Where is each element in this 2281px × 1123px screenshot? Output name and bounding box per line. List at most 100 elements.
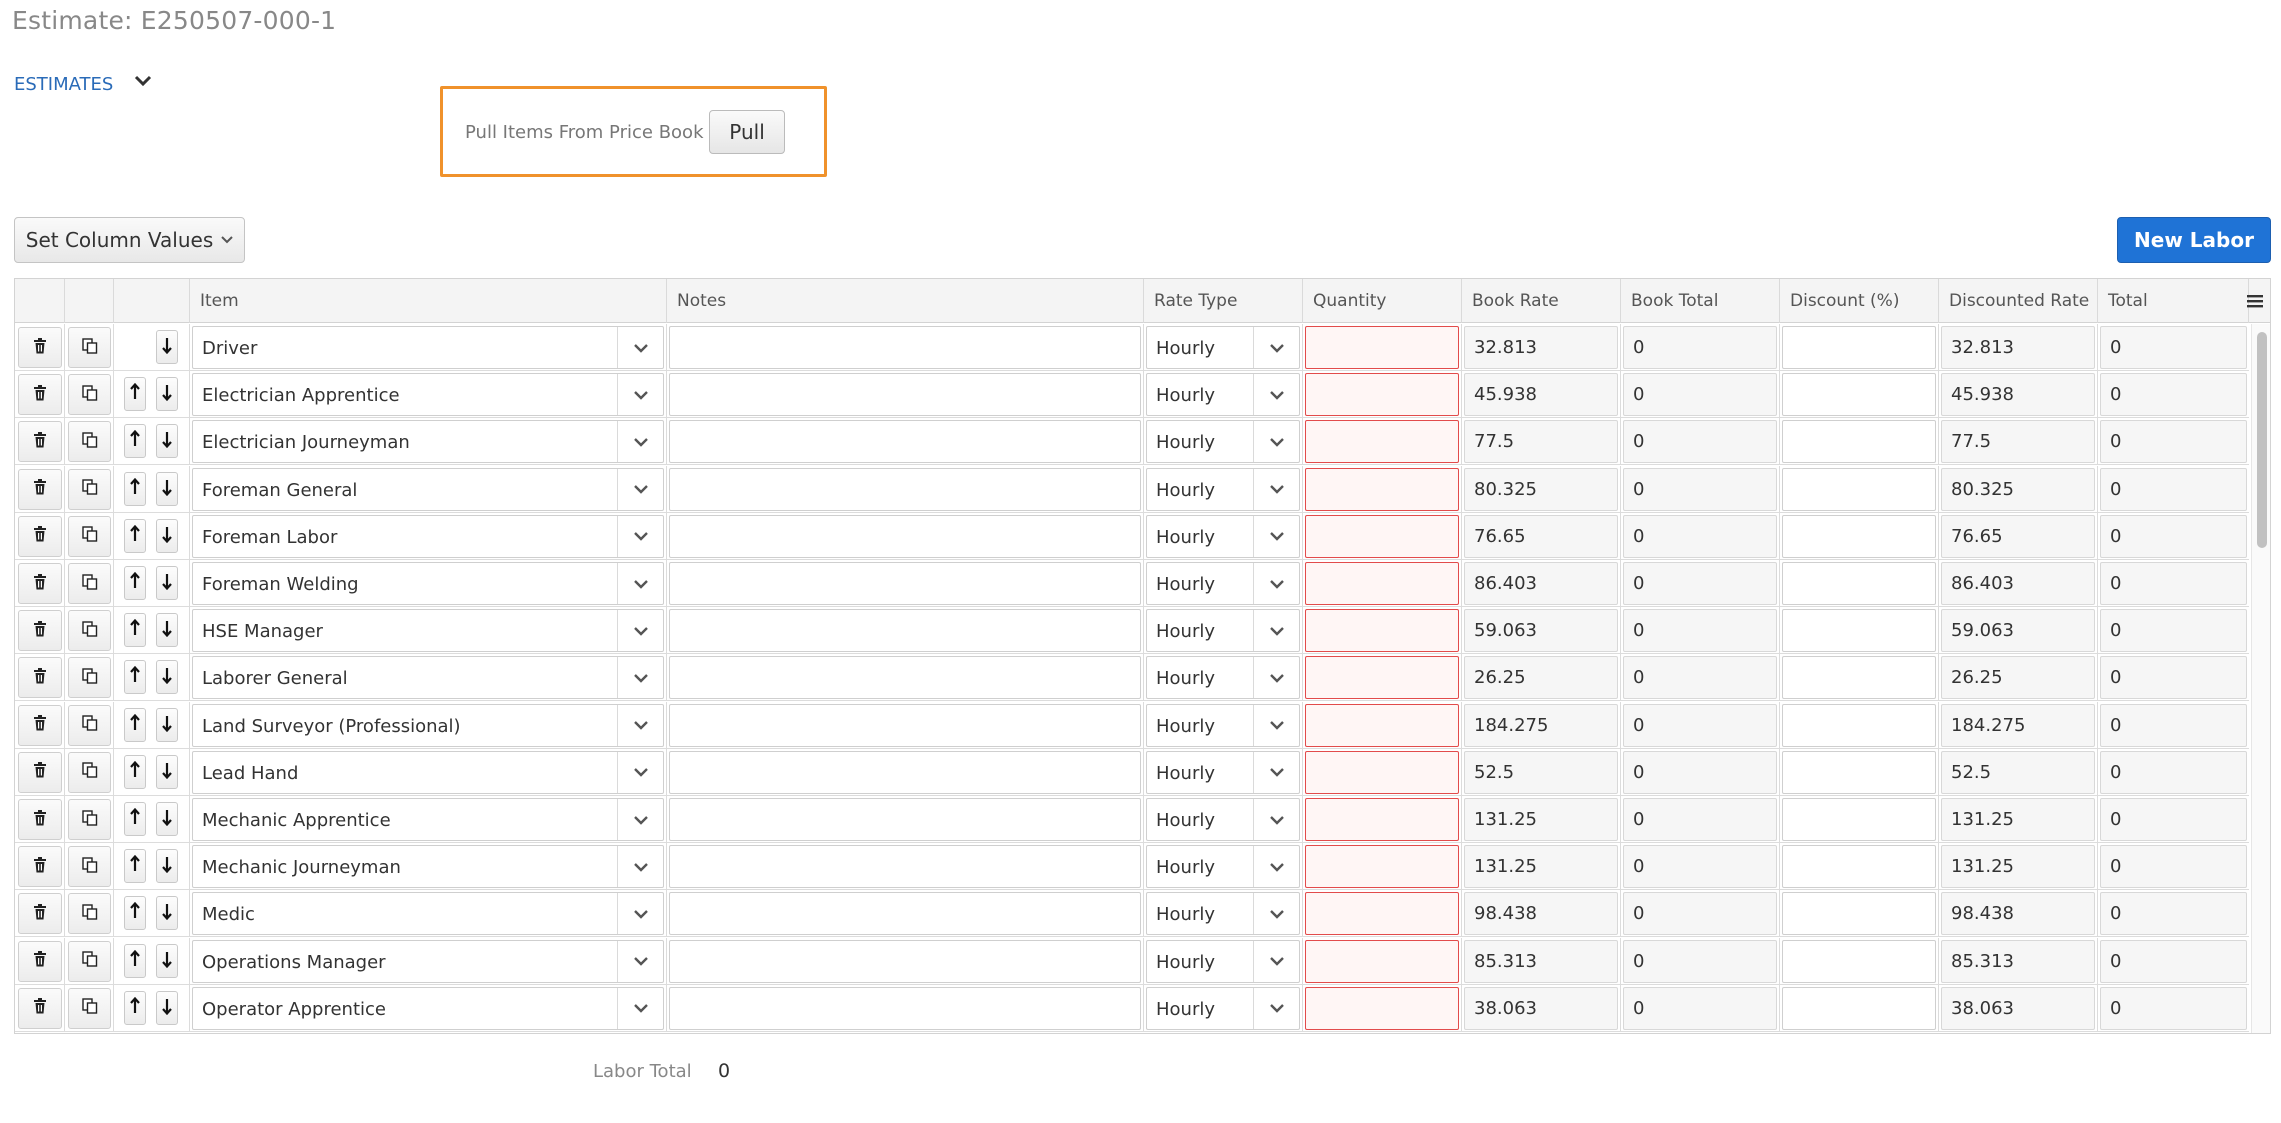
- header-quantity[interactable]: Quantity: [1303, 279, 1462, 323]
- move-down-button[interactable]: [156, 377, 178, 412]
- chevron-down-icon[interactable]: [1253, 799, 1299, 840]
- move-down-button[interactable]: [156, 754, 178, 789]
- quantity-input[interactable]: [1305, 703, 1459, 747]
- copy-row-button[interactable]: [68, 515, 111, 557]
- delete-row-button[interactable]: [18, 657, 62, 699]
- move-down-button[interactable]: [156, 943, 178, 978]
- copy-row-button[interactable]: [68, 987, 111, 1029]
- notes-input[interactable]: [669, 420, 1141, 464]
- move-down-button[interactable]: [156, 330, 178, 364]
- discount-input[interactable]: [1782, 656, 1936, 700]
- copy-row-button[interactable]: [68, 657, 111, 699]
- notes-input[interactable]: [669, 798, 1141, 841]
- chevron-down-icon[interactable]: [1253, 704, 1299, 746]
- move-down-button[interactable]: [156, 660, 178, 695]
- discount-input[interactable]: [1782, 609, 1936, 653]
- rate-type-select[interactable]: Hourly: [1146, 703, 1300, 747]
- delete-row-button[interactable]: [18, 987, 62, 1029]
- new-labor-button[interactable]: New Labor: [2117, 217, 2271, 263]
- notes-input[interactable]: [669, 986, 1141, 1030]
- header-notes[interactable]: Notes: [667, 279, 1144, 323]
- rate-type-select[interactable]: Hourly: [1146, 373, 1300, 417]
- quantity-input[interactable]: [1305, 798, 1459, 841]
- chevron-down-icon[interactable]: [617, 515, 663, 557]
- rate-type-select[interactable]: Hourly: [1146, 750, 1300, 794]
- move-up-button[interactable]: [124, 377, 146, 412]
- quantity-input[interactable]: [1305, 373, 1459, 417]
- chevron-down-icon[interactable]: [617, 704, 663, 746]
- chevron-down-icon[interactable]: [617, 468, 663, 510]
- item-select[interactable]: Electrician Journeyman: [192, 420, 664, 464]
- pull-button[interactable]: Pull: [709, 110, 785, 154]
- delete-row-button[interactable]: [18, 893, 62, 935]
- item-select[interactable]: Lead Hand: [192, 750, 664, 794]
- move-down-button[interactable]: [156, 896, 178, 931]
- item-select[interactable]: HSE Manager: [192, 609, 664, 653]
- quantity-input[interactable]: [1305, 986, 1459, 1030]
- chevron-down-icon[interactable]: [617, 374, 663, 416]
- discount-input[interactable]: [1782, 703, 1936, 747]
- rate-type-select[interactable]: Hourly: [1146, 892, 1300, 936]
- notes-input[interactable]: [669, 562, 1141, 605]
- vertical-scrollbar[interactable]: [2251, 324, 2270, 1033]
- notes-input[interactable]: [669, 939, 1141, 983]
- rate-type-select[interactable]: Hourly: [1146, 939, 1300, 983]
- chevron-down-icon[interactable]: [1253, 657, 1299, 699]
- chevron-down-icon[interactable]: [1253, 515, 1299, 557]
- discount-input[interactable]: [1782, 892, 1936, 936]
- chevron-down-icon[interactable]: [617, 940, 663, 982]
- header-total[interactable]: Total: [2098, 279, 2249, 323]
- notes-input[interactable]: [669, 467, 1141, 511]
- delete-row-button[interactable]: [18, 846, 62, 888]
- quantity-input[interactable]: [1305, 609, 1459, 653]
- copy-row-button[interactable]: [68, 893, 111, 935]
- quantity-input[interactable]: [1305, 939, 1459, 983]
- delete-row-button[interactable]: [18, 610, 62, 652]
- move-up-button[interactable]: [124, 518, 146, 553]
- chevron-down-icon[interactable]: [1253, 468, 1299, 510]
- quantity-input[interactable]: [1305, 514, 1459, 558]
- notes-input[interactable]: [669, 892, 1141, 936]
- item-select[interactable]: Foreman Welding: [192, 562, 664, 605]
- discount-input[interactable]: [1782, 845, 1936, 889]
- move-down-button[interactable]: [156, 613, 178, 648]
- move-up-button[interactable]: [124, 990, 146, 1025]
- delete-row-button[interactable]: [18, 421, 62, 463]
- notes-input[interactable]: [669, 703, 1141, 747]
- chevron-down-icon[interactable]: [617, 327, 663, 368]
- move-down-button[interactable]: [156, 518, 178, 553]
- discount-input[interactable]: [1782, 750, 1936, 794]
- item-select[interactable]: Foreman Labor: [192, 514, 664, 558]
- move-up-button[interactable]: [124, 660, 146, 695]
- discount-input[interactable]: [1782, 986, 1936, 1030]
- notes-input[interactable]: [669, 656, 1141, 700]
- copy-row-button[interactable]: [68, 799, 111, 840]
- delete-row-button[interactable]: [18, 704, 62, 746]
- delete-row-button[interactable]: [18, 515, 62, 557]
- delete-row-button[interactable]: [18, 468, 62, 510]
- header-book-rate[interactable]: Book Rate: [1462, 279, 1621, 323]
- item-select[interactable]: Operator Apprentice: [192, 986, 664, 1030]
- copy-row-button[interactable]: [68, 374, 111, 416]
- rate-type-select[interactable]: Hourly: [1146, 562, 1300, 605]
- delete-row-button[interactable]: [18, 563, 62, 604]
- set-column-values-button[interactable]: Set Column Values: [14, 217, 245, 263]
- item-select[interactable]: Mechanic Journeyman: [192, 845, 664, 889]
- notes-input[interactable]: [669, 326, 1141, 369]
- delete-row-button[interactable]: [18, 751, 62, 793]
- move-up-button[interactable]: [124, 424, 146, 459]
- notes-input[interactable]: [669, 750, 1141, 794]
- item-select[interactable]: Mechanic Apprentice: [192, 798, 664, 841]
- copy-row-button[interactable]: [68, 704, 111, 746]
- move-down-button[interactable]: [156, 424, 178, 459]
- chevron-down-icon[interactable]: [1253, 893, 1299, 935]
- notes-input[interactable]: [669, 514, 1141, 558]
- quantity-input[interactable]: [1305, 845, 1459, 889]
- header-book-total[interactable]: Book Total: [1621, 279, 1780, 323]
- move-down-button[interactable]: [156, 566, 178, 600]
- chevron-down-icon[interactable]: [130, 68, 156, 94]
- header-item[interactable]: Item: [190, 279, 667, 323]
- move-up-button[interactable]: [124, 471, 146, 506]
- quantity-input[interactable]: [1305, 656, 1459, 700]
- estimates-tab-link[interactable]: ESTIMATES: [14, 74, 113, 95]
